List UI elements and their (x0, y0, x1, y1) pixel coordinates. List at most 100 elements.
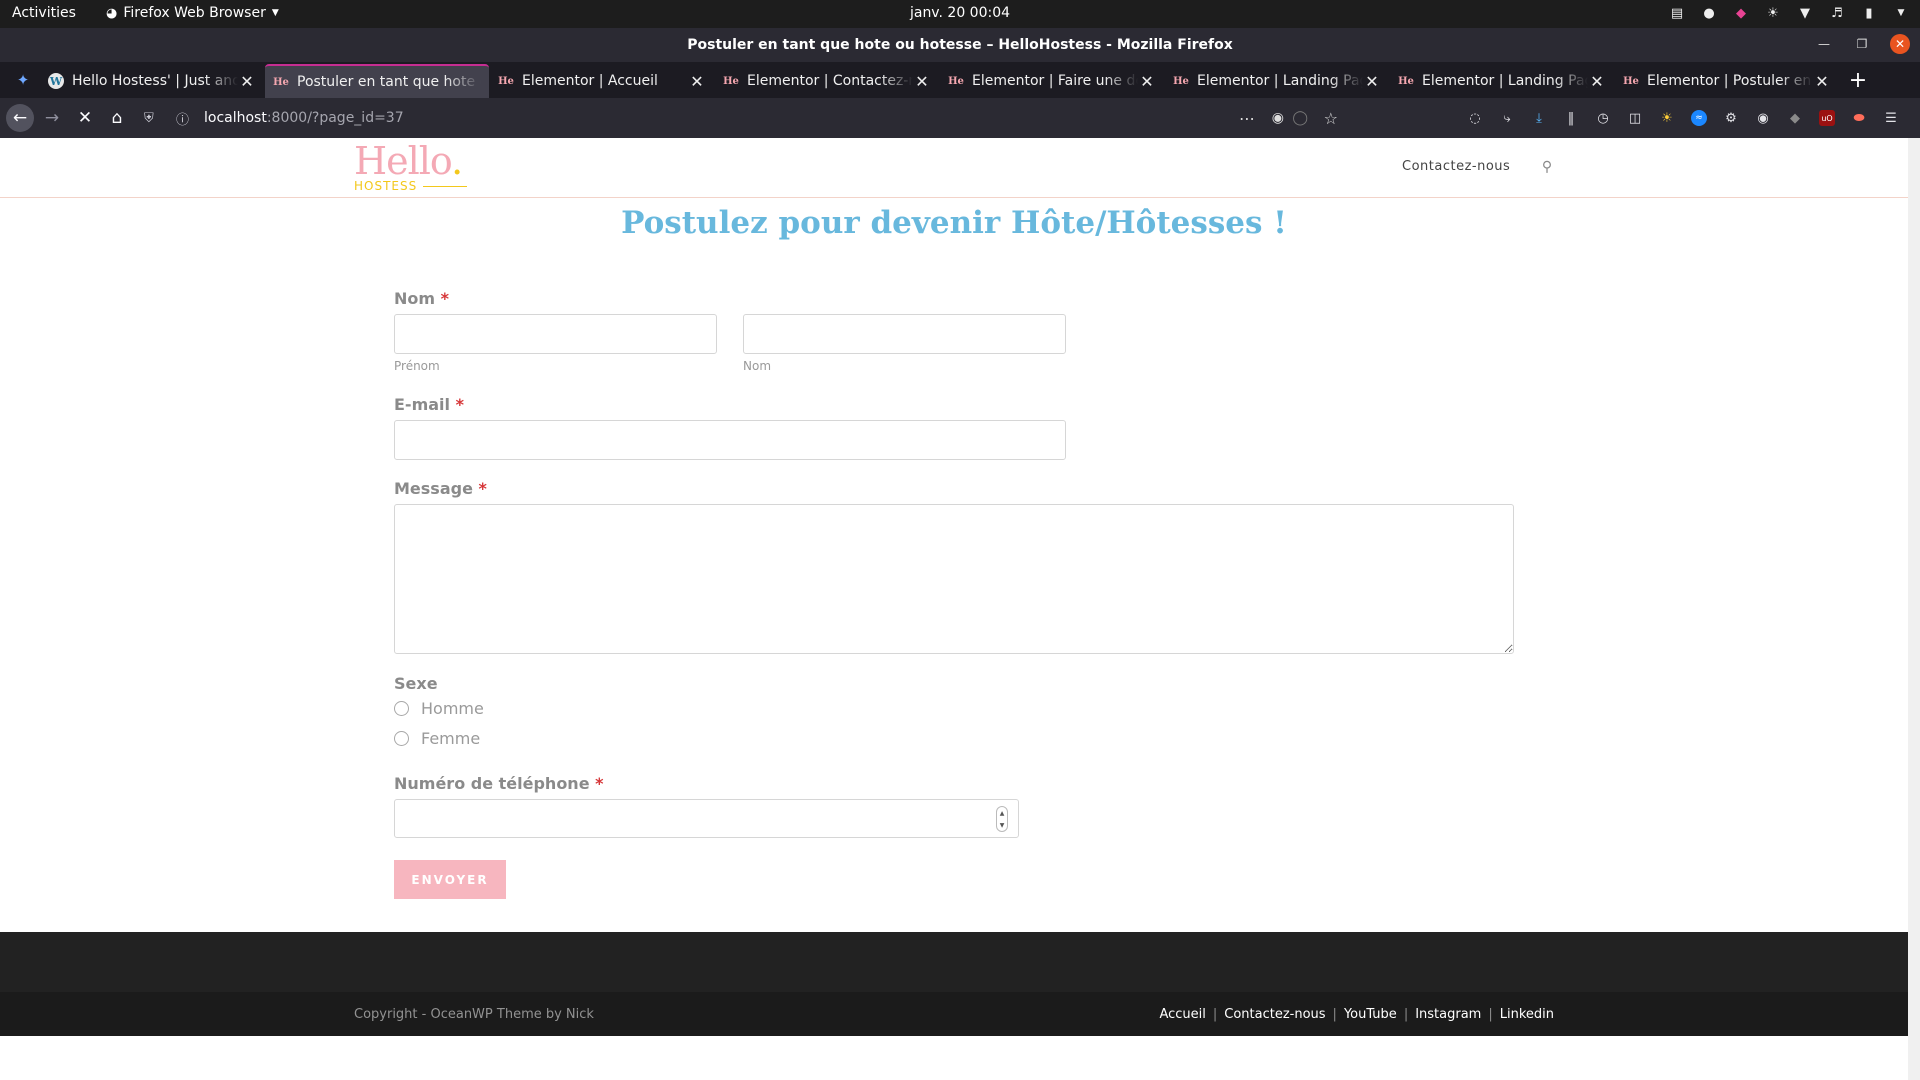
footer-separator: | (1403, 1007, 1409, 1022)
footer-link-accueil[interactable]: Accueil (1159, 1007, 1205, 1022)
pinned-tab-icon[interactable]: ✦ (10, 70, 36, 90)
page-scrollbar[interactable] (1908, 138, 1920, 1080)
tab-close-icon[interactable]: ✕ (1813, 72, 1831, 91)
tab-label: Elementor | Landing Page (1422, 73, 1588, 89)
url-bar[interactable]: ⛨ ⓘ localhost :8000/?page_id=37 ⋯ ◉ ◯ ☆ (138, 104, 1338, 132)
tab-elementor-postuler[interactable]: He Elementor | Postuler en tant que ✕ (1615, 64, 1839, 98)
stop-loading-icon[interactable]: ✕ (73, 106, 97, 130)
clipboard-icon[interactable]: ▤ (1668, 4, 1686, 22)
menu-item-contact[interactable]: Contactez-nous (1402, 159, 1510, 174)
tab-label: Hello Hostess' | Just another (72, 73, 238, 89)
site-logo[interactable]: Hello. HOSTESS (354, 142, 474, 194)
mask-extension-icon[interactable]: ◌ (1464, 107, 1486, 129)
wordpress-page-action-icon[interactable]: ◯ (1292, 110, 1308, 126)
system-menu-caret-icon[interactable]: ▼ (1892, 4, 1910, 22)
new-tab-icon[interactable]: + (1846, 68, 1870, 93)
first-name-input[interactable] (394, 314, 717, 354)
wifi-icon[interactable]: ▼ (1796, 4, 1814, 22)
email-input[interactable] (394, 420, 1066, 460)
toolbar-extensions: ◌ ⤷ ⤓ ‖ ◷ ◫ ☀ ≈ ⚙ ◉ ◆ uO ⬬ ☰ (1464, 107, 1902, 129)
bookmark-star-icon[interactable]: ☆ (1324, 109, 1338, 128)
name-label-text: Nom (394, 289, 436, 308)
battery-icon[interactable]: ▮ (1860, 4, 1878, 22)
close-window-icon[interactable]: ✕ (1890, 34, 1910, 54)
sex-label-text: Sexe (394, 674, 438, 693)
footer-link-youtube[interactable]: YouTube (1344, 1007, 1397, 1022)
home-icon[interactable]: ⌂ (105, 106, 129, 130)
message-textarea[interactable] (394, 504, 1514, 654)
page-actions-icon[interactable]: ⋯ (1239, 109, 1256, 128)
tab-postuler[interactable]: He Postuler en tant que hote ou hotesse (265, 64, 489, 98)
tab-close-icon[interactable]: ✕ (238, 72, 256, 91)
colorful-app-icon[interactable]: ◆ (1732, 4, 1750, 22)
tab-close-icon[interactable]: ✕ (1363, 72, 1381, 91)
history-clock-icon[interactable]: ◷ (1592, 107, 1614, 129)
tab-close-icon[interactable]: ✕ (1588, 72, 1606, 91)
sidebar-icon[interactable]: ◫ (1624, 107, 1646, 129)
tab-elementor-accueil[interactable]: He Elementor | Accueil ✕ (490, 64, 714, 98)
window-title: Postuler en tant que hote ou hotesse – H… (687, 37, 1233, 53)
footer-separator: | (1332, 1007, 1337, 1022)
tab-close-icon[interactable]: ✕ (1138, 72, 1156, 91)
window-title-bar: Postuler en tant que hote ou hotesse – H… (0, 28, 1920, 62)
spin-down-icon[interactable]: ▼ (1000, 822, 1005, 829)
brightness-icon[interactable]: ☀ (1764, 4, 1782, 22)
discord-icon[interactable]: ● (1700, 4, 1718, 22)
pill-extension-icon[interactable]: ⬬ (1848, 107, 1870, 129)
email-label: E-mail * (394, 395, 464, 414)
pocket-icon[interactable]: ◉ (1272, 110, 1284, 126)
sex-label: Sexe (394, 674, 438, 693)
restore-icon[interactable]: ❐ (1852, 34, 1872, 54)
ublock-icon[interactable]: uO (1819, 110, 1835, 126)
download-icon[interactable]: ⤓ (1528, 107, 1550, 129)
search-icon[interactable]: ⚲ (1538, 158, 1556, 176)
app-menu[interactable]: ◕ Firefox Web Browser ▼ (106, 5, 279, 21)
tab-elementor-contact[interactable]: He Elementor | Contactez-nous ✕ (715, 64, 939, 98)
library-icon[interactable]: ‖ (1560, 107, 1582, 129)
tag-extension-icon[interactable]: ◆ (1784, 107, 1806, 129)
wordpress-icon: W (48, 73, 64, 89)
radio-button[interactable] (394, 701, 409, 716)
tab-close-icon[interactable]: ✕ (913, 72, 931, 91)
footer-separator: | (1212, 1007, 1218, 1022)
footer-link-contact[interactable]: Contactez-nous (1224, 1007, 1325, 1022)
tab-close-icon[interactable]: ✕ (688, 72, 706, 91)
account-icon[interactable]: ◉ (1752, 107, 1774, 129)
messenger-icon[interactable]: ≈ (1691, 110, 1707, 126)
phone-input[interactable]: ▲ ▼ (394, 799, 1019, 838)
message-label-text: Message (394, 479, 473, 498)
tab-elementor-demande[interactable]: He Elementor | Faire une demande ✕ (940, 64, 1164, 98)
forward-arrow-icon[interactable]: → (40, 106, 64, 130)
tab-elementor-landing-2[interactable]: He Elementor | Landing Page ✕ (1390, 64, 1614, 98)
last-name-sublabel: Nom (743, 359, 772, 373)
copyright-text: Copyright - OceanWP Theme by Nick (354, 1007, 594, 1022)
footer-bottom: Copyright - OceanWP Theme by Nick Accuei… (0, 992, 1908, 1036)
logo-rule (423, 185, 468, 187)
last-name-input[interactable] (743, 314, 1066, 354)
settings-gear-icon[interactable]: ⚙ (1720, 107, 1742, 129)
sun-extension-icon[interactable]: ☀ (1656, 107, 1678, 129)
phone-label-text: Numéro de téléphone (394, 774, 590, 793)
sex-option-homme[interactable]: Homme (394, 699, 484, 718)
submit-button[interactable]: ENVOYER (394, 860, 506, 899)
tab-elementor-landing-1[interactable]: He Elementor | Landing Page ✕ (1165, 64, 1389, 98)
tracking-shield-icon[interactable]: ⛨ (144, 111, 164, 126)
system-tray: ▤ ● ◆ ☀ ▼ ♬ ▮ ▼ (1668, 4, 1910, 22)
required-mark: * (595, 774, 604, 793)
number-spinner[interactable]: ▲ ▼ (996, 806, 1008, 832)
sex-option-femme[interactable]: Femme (394, 729, 480, 748)
tab-hello-hostess[interactable]: W Hello Hostess' | Just another ✕ (40, 64, 264, 98)
hamburger-menu-icon[interactable]: ☰ (1880, 107, 1902, 129)
wrench-icon[interactable]: ⤷ (1496, 107, 1518, 129)
back-arrow-icon[interactable]: ← (6, 104, 34, 132)
spin-up-icon[interactable]: ▲ (1000, 810, 1005, 817)
activities-button[interactable]: Activities (12, 5, 76, 21)
site-info-icon[interactable]: ⓘ (176, 109, 196, 128)
radio-button[interactable] (394, 731, 409, 746)
footer-link-linkedin[interactable]: Linkedin (1500, 1007, 1554, 1022)
minimize-icon[interactable]: — (1814, 34, 1834, 54)
clock[interactable]: janv. 20 00:04 (910, 5, 1010, 21)
volume-icon[interactable]: ♬ (1828, 4, 1846, 22)
footer-link-instagram[interactable]: Instagram (1415, 1007, 1481, 1022)
firefox-app-icon: ◕ (106, 5, 118, 21)
